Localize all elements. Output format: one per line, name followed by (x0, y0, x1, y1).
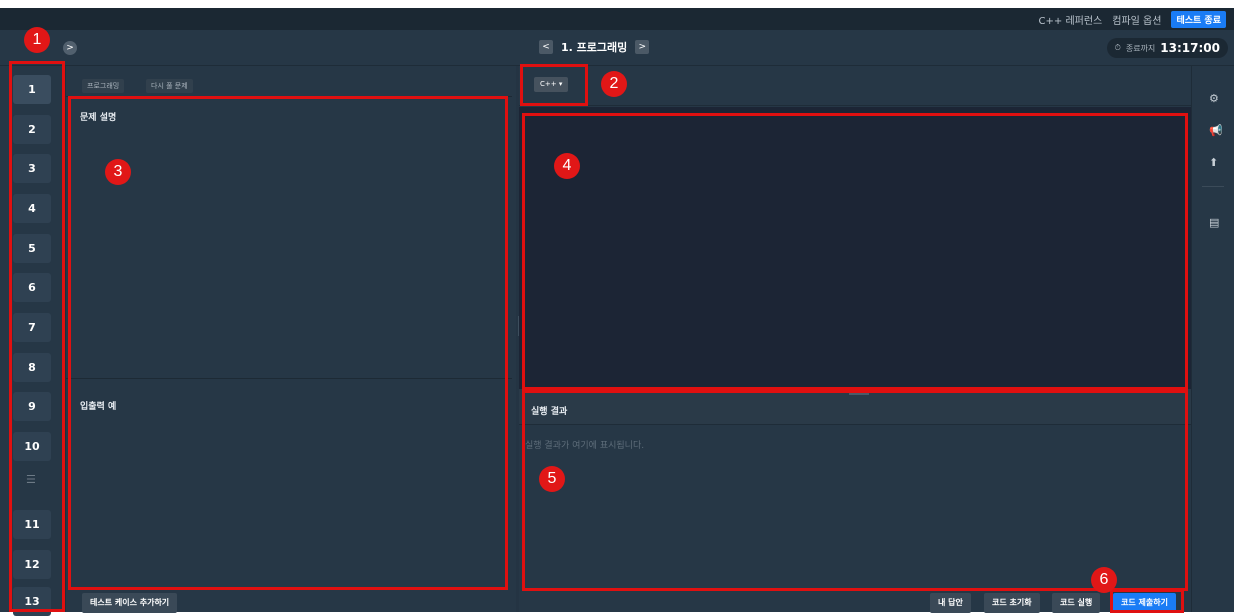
sidebar-divider (1202, 186, 1224, 187)
code-panel: C++ ▾ 실행 결과 실행 결과가 여기에 표시됩니다. (519, 66, 1191, 612)
language-select[interactable]: C++ ▾ (534, 77, 569, 92)
result-title: 실행 결과 (531, 407, 568, 417)
timer-label: 종료까지 (1125, 43, 1156, 53)
clock-icon: ⏱ (1114, 43, 1121, 52)
resize-handle[interactable] (849, 393, 869, 395)
question-button-4[interactable]: 4 (13, 194, 51, 223)
annotation-marker-3: 3 (105, 159, 131, 185)
question-button-9[interactable]: 9 (13, 392, 51, 421)
annotation-marker-5: 5 (539, 466, 565, 492)
submit-code-button[interactable]: 코드 제출하기 (1113, 593, 1176, 613)
question-button-11[interactable]: 11 (13, 510, 51, 539)
compile-options-link[interactable]: 컴파일 옵션 (1112, 12, 1161, 27)
problem-description-title: 문제 설명 (80, 113, 117, 123)
annotation-marker-2: 2 (601, 71, 627, 97)
memo-icon[interactable]: ▤ (1209, 216, 1219, 229)
my-answer-button[interactable]: 내 답안 (930, 593, 971, 613)
megaphone-icon[interactable]: 📢 (1209, 124, 1223, 137)
question-title: 1. 프로그래밍 (561, 41, 628, 54)
upload-icon[interactable]: ⬆ (1209, 156, 1218, 169)
question-button-1[interactable]: 1 (13, 75, 51, 104)
problem-panel: 프로그래밍 다시 풀 문제 문제 설명 입출력 예 (66, 66, 512, 612)
navigation-bar: > < 1. 프로그래밍 > ⏱ 종료까지 13:17:00 (0, 30, 1234, 66)
question-button-2[interactable]: 2 (13, 115, 51, 144)
next-question-button[interactable]: > (635, 40, 650, 54)
prev-question-button[interactable]: < (539, 40, 553, 54)
question-button-3[interactable]: 3 (13, 154, 51, 183)
list-icon[interactable]: ☰ (26, 473, 36, 486)
run-code-button[interactable]: 코드 실행 (1052, 593, 1101, 613)
annotation-marker-1: 1 (24, 27, 50, 53)
annotation-marker-4: 4 (554, 153, 580, 179)
question-button-7[interactable]: 7 (13, 313, 51, 342)
question-button-8[interactable]: 8 (13, 353, 51, 382)
test-app: C++ 레퍼런스 컴파일 옵션 테스트 종료 > < 1. 프로그래밍 > ⏱ … (0, 8, 1234, 616)
question-button-5[interactable]: 5 (13, 234, 51, 263)
question-button-10[interactable]: 10 (13, 432, 51, 461)
result-output: 실행 결과가 여기에 표시됩니다. (519, 426, 1191, 612)
section-divider (66, 378, 512, 379)
result-header: 실행 결과 (519, 389, 1191, 425)
right-sidebar: ⚙ 📢 ⬆ ▤ (1191, 66, 1234, 612)
end-test-button[interactable]: 테스트 종료 (1171, 11, 1226, 28)
chip-review-later[interactable]: 다시 풀 문제 (146, 79, 193, 93)
expand-sidebar-button[interactable]: > (63, 41, 77, 55)
result-placeholder: 실행 결과가 여기에 표시됩니다. (525, 441, 645, 451)
io-example-title: 입출력 예 (80, 402, 117, 412)
question-button-12[interactable]: 12 (13, 550, 51, 579)
timer-value: 13:17:00 (1160, 41, 1220, 55)
panel-divider (66, 96, 512, 97)
question-button-6[interactable]: 6 (13, 273, 51, 302)
question-list: 1 2 3 4 5 6 7 8 9 10 ☰ 11 12 13 (0, 66, 62, 616)
add-testcase-button[interactable]: 테스트 케이스 추가하기 (82, 593, 178, 613)
timer: ⏱ 종료까지 13:17:00 (1106, 38, 1228, 58)
top-bar: C++ 레퍼런스 컴파일 옵션 테스트 종료 (0, 8, 1234, 30)
gear-icon[interactable]: ⚙ (1209, 92, 1219, 105)
cpp-reference-link[interactable]: C++ 레퍼런스 (1039, 12, 1103, 27)
chip-programming: 프로그래밍 (82, 79, 125, 93)
annotation-marker-6: 6 (1091, 567, 1117, 593)
reset-code-button[interactable]: 코드 초기화 (984, 593, 1040, 613)
code-editor[interactable] (519, 107, 1191, 389)
